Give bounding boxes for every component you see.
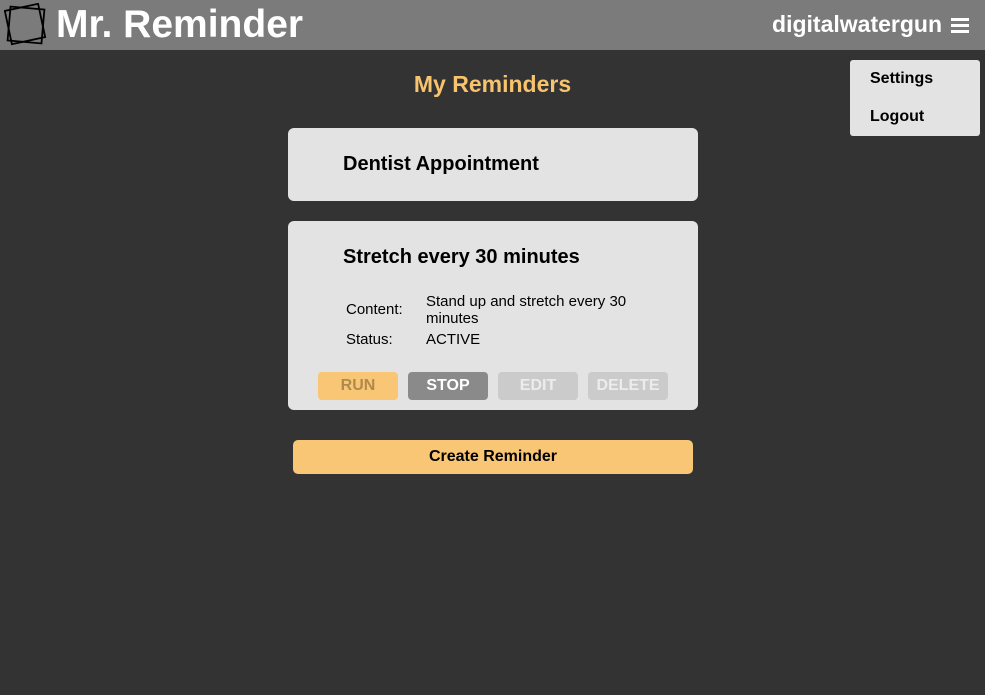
stop-button[interactable]: STOP xyxy=(408,372,488,400)
reminder-card[interactable]: Dentist Appointment xyxy=(288,128,698,201)
app-title[interactable]: Mr. Reminder xyxy=(56,2,303,48)
status-label: Status: xyxy=(346,331,393,348)
menu-line xyxy=(951,30,969,33)
app-header: Mr. Reminder digitalwatergun xyxy=(0,0,985,50)
reminder-title[interactable]: Stretch every 30 minutes xyxy=(343,246,580,269)
content-value: Stand up and stretch every 30 minutes xyxy=(426,293,627,327)
menu-item-logout[interactable]: Logout xyxy=(870,108,924,126)
run-button[interactable]: RUN xyxy=(318,372,398,400)
stacked-squares-logo[interactable] xyxy=(4,3,48,47)
page-title: My Reminders xyxy=(413,71,572,97)
content-label: Content: xyxy=(346,301,403,318)
delete-button[interactable]: DELETE xyxy=(588,372,668,400)
hamburger-menu-icon[interactable] xyxy=(951,18,969,34)
menu-line xyxy=(951,18,969,21)
status-value: ACTIVE xyxy=(426,331,481,348)
menu-line xyxy=(951,24,969,27)
reminder-card-expanded: Stretch every 30 minutes Content: Stand … xyxy=(288,221,698,410)
username[interactable]: digitalwatergun xyxy=(772,8,942,40)
create-reminder-button[interactable]: Create Reminder xyxy=(293,440,693,474)
reminder-title[interactable]: Dentist Appointment xyxy=(343,153,539,176)
edit-button[interactable]: EDIT xyxy=(498,372,578,400)
